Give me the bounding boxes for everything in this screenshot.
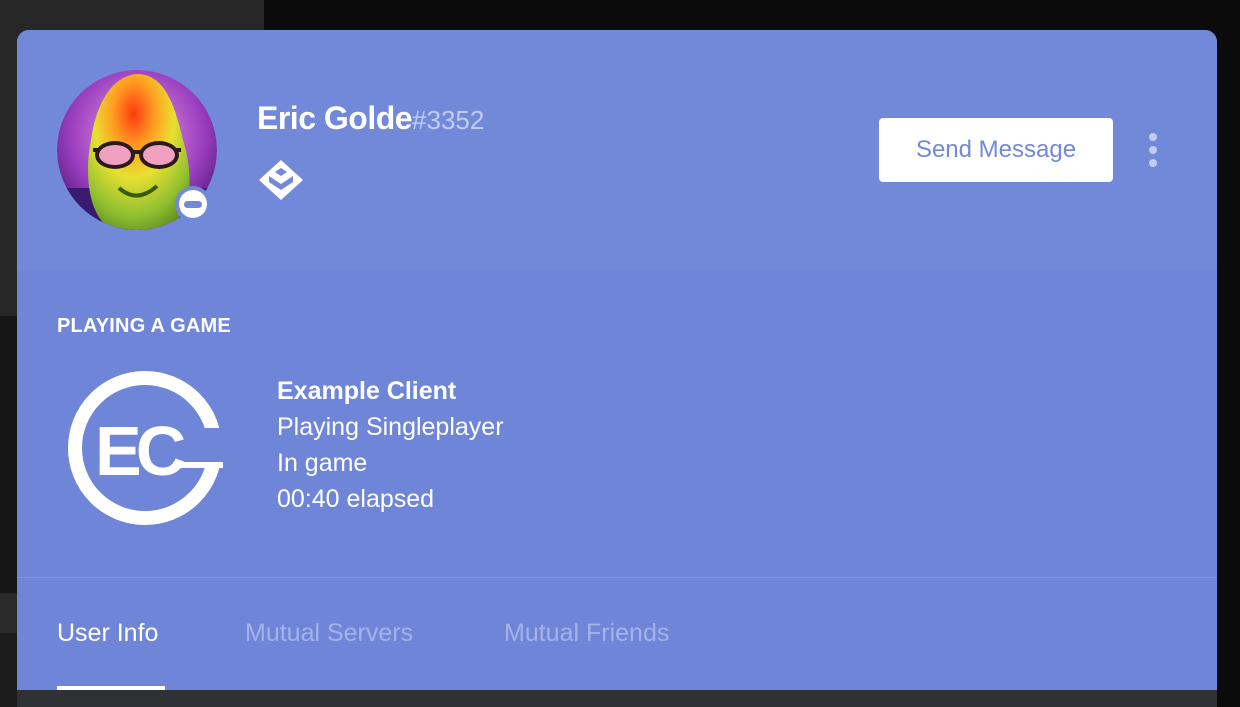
discriminator: #3352 [412,105,485,135]
profile-header: Eric Golde #3352 Send Message [17,30,1217,270]
activity-section: PLAYING A GAME EC Example Client Playing… [17,270,1217,578]
game-details: Playing Singleplayer [277,413,504,441]
tab-mutual-servers[interactable]: Mutual Servers [245,619,413,648]
profile-tabs: User Info Mutual Servers Mutual Friends [17,579,1217,690]
game-state: In game [277,449,368,477]
background-panel [0,316,17,593]
tab-user-info[interactable]: User Info [57,619,158,648]
modal-bottom-strip [17,690,1217,707]
avatar[interactable] [57,70,217,230]
send-message-button[interactable]: Send Message [879,118,1113,182]
dnd-status-icon [179,190,207,218]
background-panel [0,633,17,707]
more-vertical-icon[interactable] [1143,130,1163,170]
ec-logo-icon: EC [68,371,225,525]
tab-mutual-friends[interactable]: Mutual Friends [504,619,669,648]
background-panel [0,593,17,633]
activity-header: PLAYING A GAME [57,315,231,337]
game-name: Example Client [277,377,457,405]
game-elapsed: 00:40 elapsed [277,485,435,513]
dnd-status-indicator [175,186,211,222]
name-row: Eric Golde #3352 [257,100,484,140]
user-profile-modal: Eric Golde #3352 Send Message PLAYING A … [17,30,1217,690]
hypesquad-badge-icon[interactable] [257,158,305,202]
username: Eric Golde [257,100,413,136]
active-tab-indicator [57,686,165,690]
svg-text:EC: EC [95,412,185,490]
